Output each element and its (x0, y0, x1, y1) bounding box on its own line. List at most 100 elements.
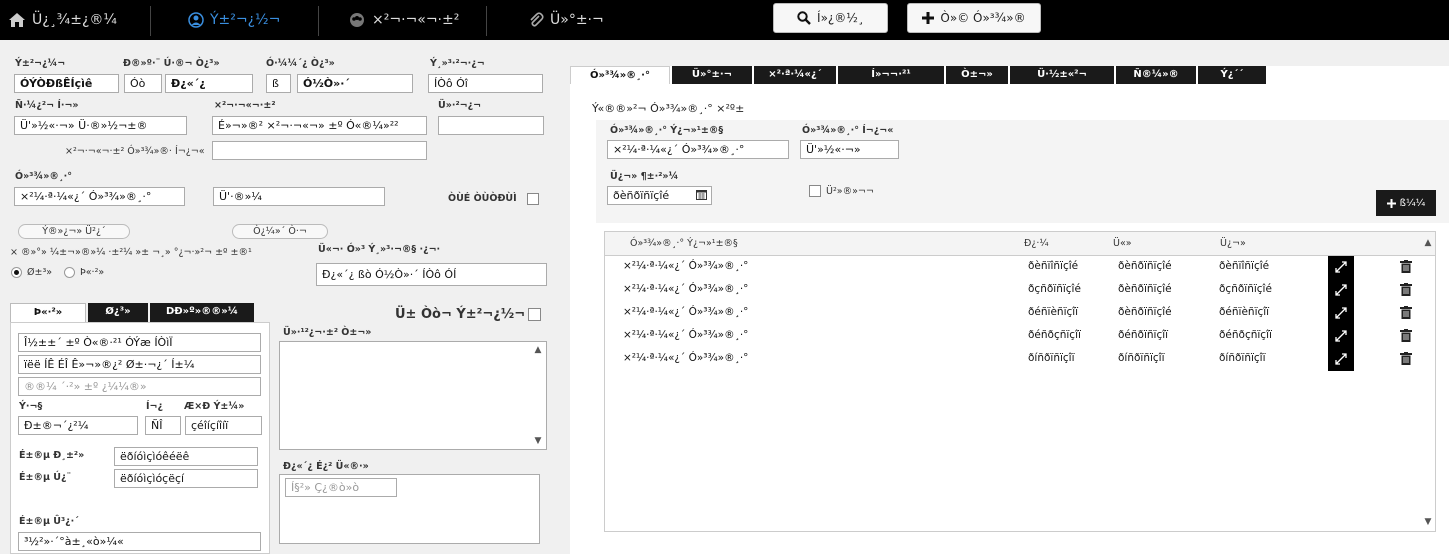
expand-icon[interactable] (1328, 348, 1354, 370)
create-email-pill[interactable]: Ý®»¿¬» Ü²¿´ (18, 224, 130, 239)
middle-name-label: Ó·¼¼´¿ Ò¿³» (266, 58, 335, 69)
membership-status-label: Ó»³¾»®­¸·° Í¬¿¬«­ (802, 125, 894, 136)
institution-field[interactable]: É»¬»®² ×²­¬·¬«¬» ±º Ó«®¼»²² (212, 116, 427, 135)
nav-item-contact[interactable]: Ý±²¬¿½¬ (188, 0, 280, 40)
flag-label: ÒÙÉ ÒÙÒÐÙÌ (448, 193, 517, 204)
tab-deposits[interactable]: Ü»°±­·¬­ (672, 66, 752, 84)
trash-icon[interactable] (1398, 327, 1414, 343)
prefix-field[interactable]: Ó­ò (124, 74, 162, 93)
relationship-label: × ®»°»­ ¼±¬»®»¼ ·±²¼ »± ¬¸» °¿¬·»²¬ ±º ±… (10, 247, 252, 258)
do-not-contact-label: Ü± Òò¬ Ý±²¬¿½¬ (395, 307, 526, 322)
table-cell: ×²¼·ª·¼«¿´ Ó»³¾»®­¸·° (623, 306, 749, 318)
scroll-up-icon[interactable]: ▲ (531, 343, 545, 357)
column-header-category[interactable]: Ó»³¾»®­¸·° Ý¿¬»¹±®§ (630, 238, 738, 249)
address-line-1[interactable]: Î½±±´ ±º Ò«®­·²¹ ÓÝæ ÍÒìÏ (18, 333, 261, 352)
tab-settings[interactable]: Í»¬¬·²¹­ (838, 66, 944, 84)
city-field[interactable]: Ð±®¬´¿²¼ (18, 416, 138, 435)
column-header-due[interactable]: Ü«» (1113, 238, 1132, 249)
tab-business[interactable]: Þ«­·²»­­ (10, 303, 86, 322)
position-field[interactable]: Ü'»½«·¬» Ü·®»½¬±® (14, 116, 187, 135)
column-header-paid[interactable]: Ð¿·¼ (1024, 238, 1049, 249)
expand-icon[interactable] (1328, 325, 1354, 347)
trash-icon[interactable] (1398, 304, 1414, 320)
trash-icon[interactable] (1398, 281, 1414, 297)
middle-name-field[interactable]: ß (266, 74, 291, 93)
expand-icon[interactable] (1328, 279, 1354, 301)
group-icon (350, 13, 364, 27)
membership-table (604, 231, 1436, 532)
table-cell: ðçñðïñïçîé (1219, 283, 1272, 295)
work-fax-field[interactable]: ëðíóìçìóçëçí (114, 469, 258, 488)
other-field[interactable] (438, 116, 544, 135)
notes2-input[interactable]: Í§²» Ç¿®ò»ò (285, 478, 397, 497)
credentials-field[interactable]: ÍÒô Óî (428, 74, 543, 93)
expand-icon[interactable] (1328, 302, 1354, 324)
address-line-2[interactable]: ïëë ÍÊ ÉÎ Ê»¬»®¿² Ø±­·¬¿´ Í±¼ (18, 355, 261, 374)
last-name-field[interactable]: Ó½Ò»·´ (297, 74, 413, 93)
institution-status-field[interactable] (212, 141, 427, 160)
table-cell: ðéñðçñïçîï (1219, 329, 1272, 341)
scroll-down-icon[interactable]: ▼ (531, 434, 545, 448)
table-cell: ðíñðïñïçîï (1118, 352, 1165, 364)
trash-icon[interactable] (1398, 258, 1414, 274)
add-note-pill[interactable]: Ò¿¼»´ Ò·¬ (232, 224, 328, 239)
table-cell: ðèñðïñïçîé (1118, 283, 1172, 295)
trash-icon[interactable] (1398, 350, 1414, 366)
table-cell: ðéñïèñïçîï (1028, 306, 1079, 318)
home-radio[interactable] (11, 267, 22, 278)
state-label: Í¬¿ (146, 401, 164, 412)
table-cell: ðíñðïñïçîï (1219, 352, 1266, 364)
expand-icon[interactable] (1328, 256, 1354, 278)
user-icon (188, 12, 204, 28)
calendar-icon[interactable] (696, 190, 707, 200)
tab-membership[interactable]: Ó»³¾»®­¸·° (570, 66, 670, 84)
membership-type-field[interactable]: ×²¼·ª·¼«¿´ Ó»³¾»®­¸·° (14, 187, 185, 206)
tab-discounts[interactable]: Ü·­½±«²¬­ (1010, 66, 1114, 84)
membership-category-field[interactable]: ×²¼·ª·¼«¿´ Ó»³¾»®­¸·° (607, 140, 789, 159)
state-field[interactable]: ÑÎ (145, 416, 181, 435)
table-scroll-up-icon[interactable]: ▲ (1421, 236, 1435, 250)
flag-checkbox[interactable] (527, 193, 539, 205)
notes-textarea[interactable]: ▲ ▼ (279, 341, 547, 450)
nav-item-institutions[interactable]: ×²­¬·¬«¬·±²­ (348, 0, 459, 40)
paperclip-icon (530, 12, 544, 27)
table-cell: ðíñðïñïçîï (1028, 352, 1075, 364)
work-phone-field[interactable]: ëðíóìçìóêéëê (114, 447, 258, 466)
first-name-field[interactable]: Ð¿«´¿ (165, 74, 253, 93)
contact-label: Ý±²¬¿¼¬ (15, 58, 66, 69)
table-scroll-down-icon[interactable]: ▼ (1421, 515, 1435, 529)
membership-label: Ó»³¾»®­¸·° (15, 171, 72, 182)
nav-divider (486, 6, 487, 36)
add-membership-button[interactable]: ß¼¼ (1376, 190, 1436, 216)
table-cell: ðèñïîñïçîé (1028, 260, 1079, 272)
membership-status-field[interactable]: Ü'»½«·¬» (800, 140, 899, 159)
search-button[interactable]: Í»¿®½¸ (773, 3, 888, 33)
address-line-3[interactable]: ®®¼ ´·²» ±º ¿¼¼®»­­ (18, 377, 261, 396)
do-not-contact-checkbox[interactable] (528, 308, 541, 321)
table-cell: ðèñðïñïçîé (1118, 306, 1172, 318)
deceased-checkbox[interactable] (809, 185, 821, 197)
table-cell: ×²¼·ª·¼«¿´ Ó»³¾»®­¸·° (623, 260, 749, 272)
tab-preferred[interactable]: DÐ»º»®®»¼ (150, 303, 254, 322)
nav-item-home[interactable]: Ü¿­¸¾±¿®¼ (8, 0, 117, 40)
notes-label: Ü»­·¹²¿¬·±² Ò±¬»­ (283, 327, 372, 338)
nav-item-deposits[interactable]: Ü»°±­·¬­ (528, 0, 604, 40)
tab-calls[interactable]: Ý¿´´­ (1198, 66, 1266, 84)
contact-id-field[interactable]: ÓÝÒÐßÊÍçìê (14, 74, 119, 93)
tab-home[interactable]: Ø¿³» (88, 303, 148, 322)
tab-notes[interactable]: Ò±¬»­ (946, 66, 1008, 84)
contact-form-panel: Ý±²¬¿¼¬ Ð®»º·¨ Ú·®­¬ Ò¿³» Ó·¼¼´¿ Ò¿³» Ý¸… (0, 40, 570, 554)
zip-field[interactable]: çéîíçíîíï (185, 416, 262, 435)
column-header-date[interactable]: Ü¿¬» (1220, 238, 1246, 249)
tab-individual[interactable]: ×²·ª·¼«¿´ (754, 66, 836, 84)
business-radio[interactable] (64, 267, 75, 278)
work-email-field[interactable]: ³½²»·´°à±¸­«ò»¼« (18, 532, 261, 551)
membership-status-field[interactable]: Ü'·­®»¼ (213, 187, 385, 206)
tab-orders[interactable]: Ñ®¼»®­ (1116, 66, 1196, 84)
relationship-detail-field[interactable]: Ð¿«´¿ ßò Ó½Ò»·´ ÍÒô ÓÍ (316, 263, 547, 286)
institution-status-label: ×²­¬·¬«¬·±² Ó»³¾»®· Í¬¿¬«­ (65, 146, 205, 157)
deceased-label: Ü²»®»¬¬ (826, 186, 874, 197)
add-member-button[interactable]: Ò»© Ó»³¾»® (907, 3, 1041, 33)
business-radio-label: Þ«­·²»­­ (80, 267, 105, 278)
notes2-textarea[interactable]: Í§²» Ç¿®ò»ò (279, 474, 540, 544)
